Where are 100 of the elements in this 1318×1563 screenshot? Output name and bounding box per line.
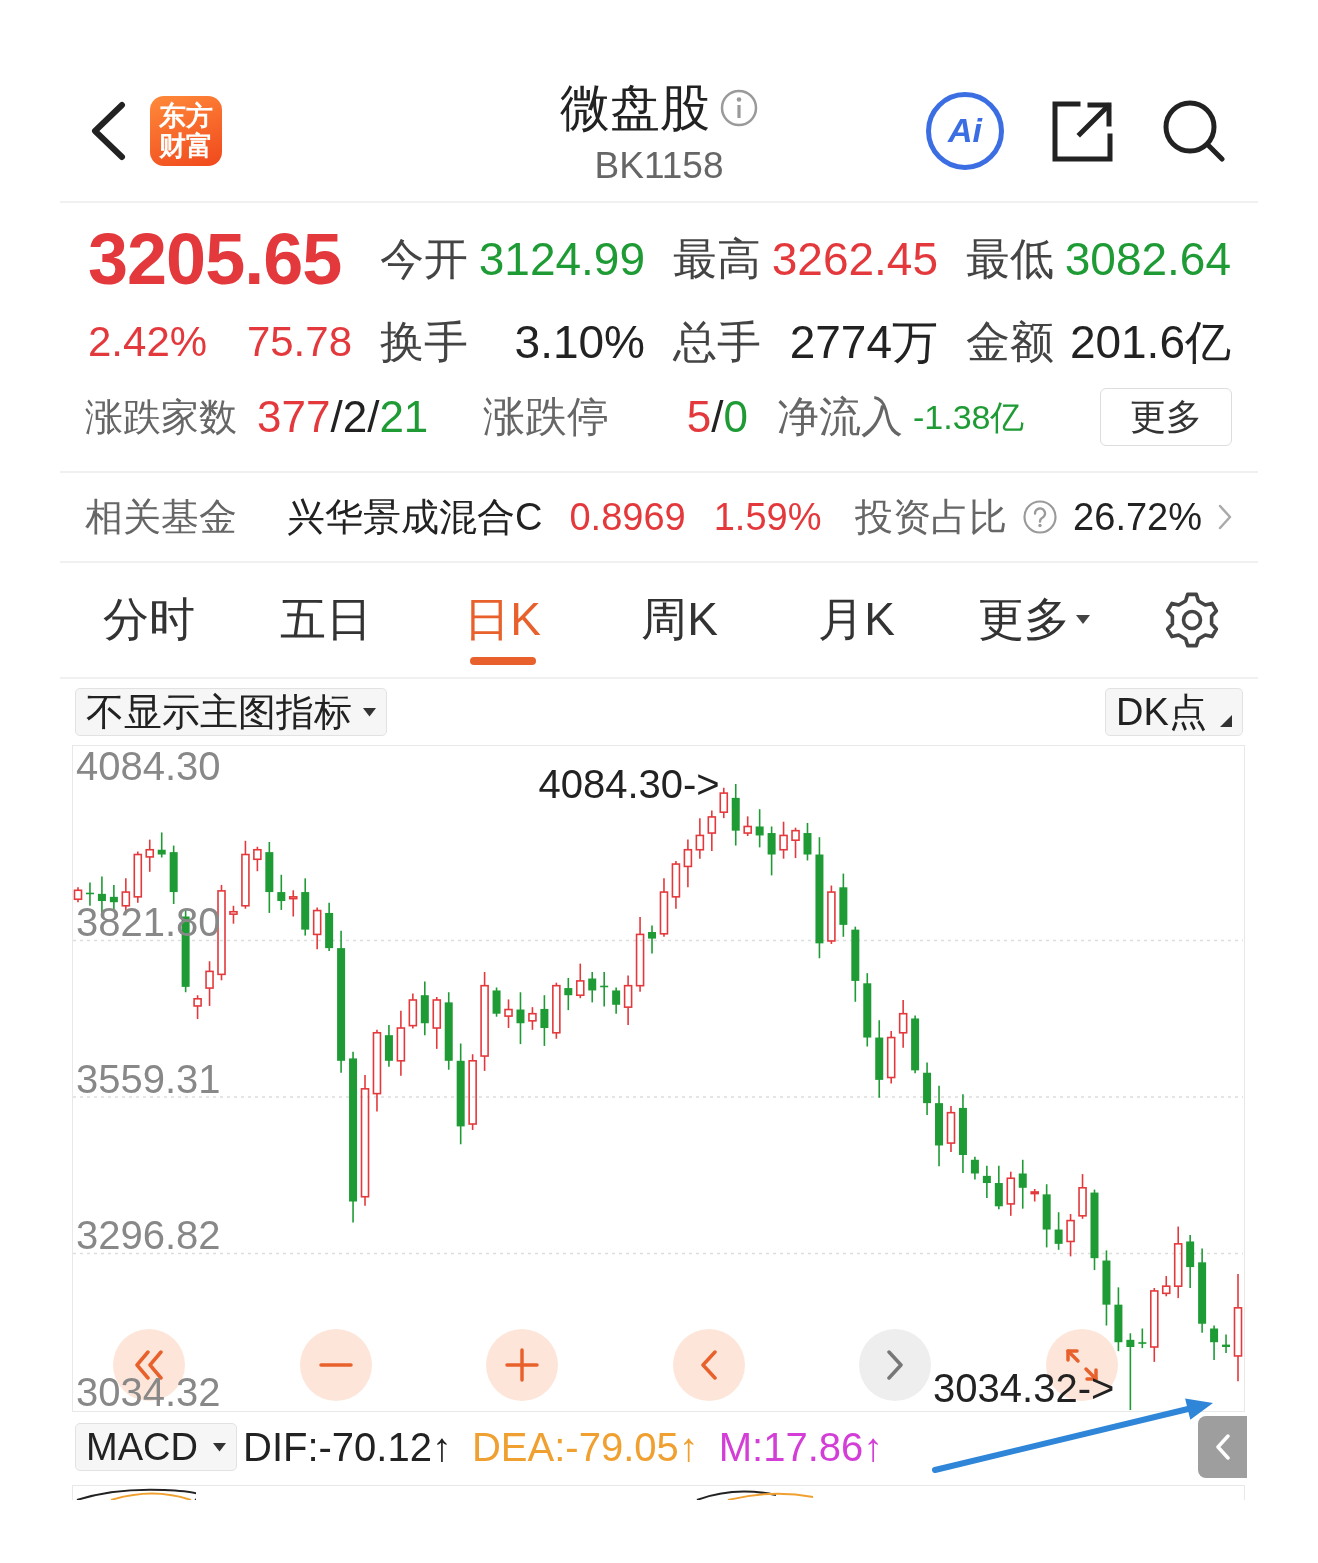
dk-point-button[interactable]: DK点 <box>1105 688 1243 736</box>
chevron-left-icon <box>1215 1434 1230 1460</box>
rising-candle <box>743 815 752 837</box>
falling-candle <box>600 971 609 1008</box>
falling-candle <box>277 874 286 911</box>
rising-candle <box>659 877 669 938</box>
double-chevron-left-icon <box>134 1350 164 1380</box>
fund-change: 1.59% <box>713 495 822 540</box>
plus-icon <box>505 1348 539 1382</box>
rising-candle <box>575 962 585 999</box>
rising-candle <box>145 838 155 873</box>
stat-value: 201.6亿 <box>1069 315 1231 368</box>
rising-candle <box>408 992 418 1030</box>
search-icon[interactable] <box>1162 99 1225 162</box>
corner-triangle-icon <box>1220 715 1232 727</box>
falling-candle <box>157 831 166 859</box>
macd-readout: DIF:-70.12↑ <box>243 1424 452 1471</box>
macd-select[interactable]: MACD <box>75 1423 237 1471</box>
rising-candle <box>504 998 513 1029</box>
rising-candle <box>552 981 561 1040</box>
help-icon[interactable] <box>1023 500 1058 534</box>
rising-candle <box>719 786 729 819</box>
rising-candle <box>946 1105 956 1153</box>
stat-label: 最高 <box>673 233 761 285</box>
indicator-select[interactable]: 不显示主图指标 <box>75 688 387 736</box>
ratio-value: 26.72% <box>1073 495 1202 540</box>
period-tab[interactable]: 更多 <box>945 563 1122 677</box>
chevron-right-icon <box>887 1350 903 1380</box>
rising-candle <box>1006 1170 1016 1217</box>
falling-candle <box>755 808 764 849</box>
chevron-right-icon <box>1218 504 1232 530</box>
stat-label: 净流入 <box>777 392 903 442</box>
rising-candle <box>133 850 143 904</box>
stat-label: 涨跌停 <box>483 392 609 442</box>
axis-label: 4084.30 <box>76 746 221 786</box>
minus-icon <box>318 1363 353 1367</box>
limit-count: 5/0 <box>686 392 748 442</box>
stat-label: 换手 <box>380 315 468 368</box>
falling-candle <box>1186 1234 1195 1289</box>
change-percent: 2.42% <box>88 316 208 367</box>
rising-candle <box>312 906 322 951</box>
collapse-button[interactable] <box>1198 1416 1247 1478</box>
rising-candle <box>827 884 836 945</box>
stat-value: 3124.99 <box>478 233 645 285</box>
rising-candle <box>288 889 298 918</box>
fund-section-label: 相关基金 <box>85 495 237 540</box>
axis-label: 3034.32 <box>76 1372 221 1412</box>
stat-label: 金额 <box>966 315 1054 368</box>
last-price: 3205.65 <box>88 223 343 295</box>
rising-candle <box>528 1006 537 1031</box>
ai-button[interactable]: Ai <box>926 91 1004 170</box>
falling-candle <box>540 994 549 1047</box>
more-button[interactable]: 更多 <box>1100 388 1232 446</box>
app-logo: 东方 财富 <box>150 95 222 166</box>
chevron-left-icon <box>700 1350 717 1380</box>
falling-candle <box>85 881 94 907</box>
rising-candle <box>253 845 262 872</box>
falling-candle <box>1042 1183 1051 1249</box>
period-tab[interactable]: 月K <box>768 563 945 677</box>
sector-code: BK1158 <box>594 143 724 188</box>
rising-candle <box>623 974 633 1026</box>
falling-candle <box>588 971 597 1004</box>
falling-candle <box>1138 1327 1147 1349</box>
info-icon[interactable] <box>720 88 758 127</box>
rising-candle <box>396 1009 406 1077</box>
rising-candle <box>73 886 83 903</box>
falling-candle <box>923 1061 932 1116</box>
rising-candle <box>791 826 800 859</box>
falling-candle <box>516 991 525 1045</box>
rising-candle <box>886 1030 896 1085</box>
settings-icon[interactable] <box>1164 592 1220 648</box>
falling-candle <box>994 1164 1003 1211</box>
back-icon[interactable] <box>90 100 126 161</box>
falling-candle <box>911 1014 920 1075</box>
caret-icon <box>1075 615 1090 625</box>
falling-candle <box>420 980 429 1036</box>
falling-candle <box>612 986 621 1015</box>
falling-candle <box>169 844 178 905</box>
macd-readout: DEA:-79.05↑ <box>471 1424 699 1471</box>
page-title: 微盘股 <box>560 79 710 136</box>
period-tab[interactable]: 五日 <box>237 563 414 677</box>
rising-candle <box>1078 1173 1087 1220</box>
caret-icon <box>213 1442 226 1452</box>
period-tab[interactable]: 分时 <box>60 563 237 677</box>
rising-candle <box>707 809 717 852</box>
fund-name[interactable]: 兴华景成混合C <box>287 494 543 540</box>
ratio-label: 投资占比 <box>855 495 1008 540</box>
falling-candle <box>648 924 656 955</box>
share-icon[interactable] <box>1052 99 1114 162</box>
rising-candle <box>695 817 705 860</box>
falling-candle <box>982 1164 991 1199</box>
falling-candle <box>839 872 848 938</box>
stat-value: 3.10% <box>514 315 645 368</box>
rising-candle <box>1161 1275 1171 1298</box>
period-tab[interactable]: 周K <box>591 563 768 677</box>
axis-label: 3296.82 <box>76 1215 221 1256</box>
price-annotation: 4084.30-> <box>538 763 720 804</box>
stat-label: 总手 <box>673 315 761 368</box>
axis-label: 3559.31 <box>76 1059 221 1099</box>
stat-value: 3082.64 <box>1064 233 1231 285</box>
